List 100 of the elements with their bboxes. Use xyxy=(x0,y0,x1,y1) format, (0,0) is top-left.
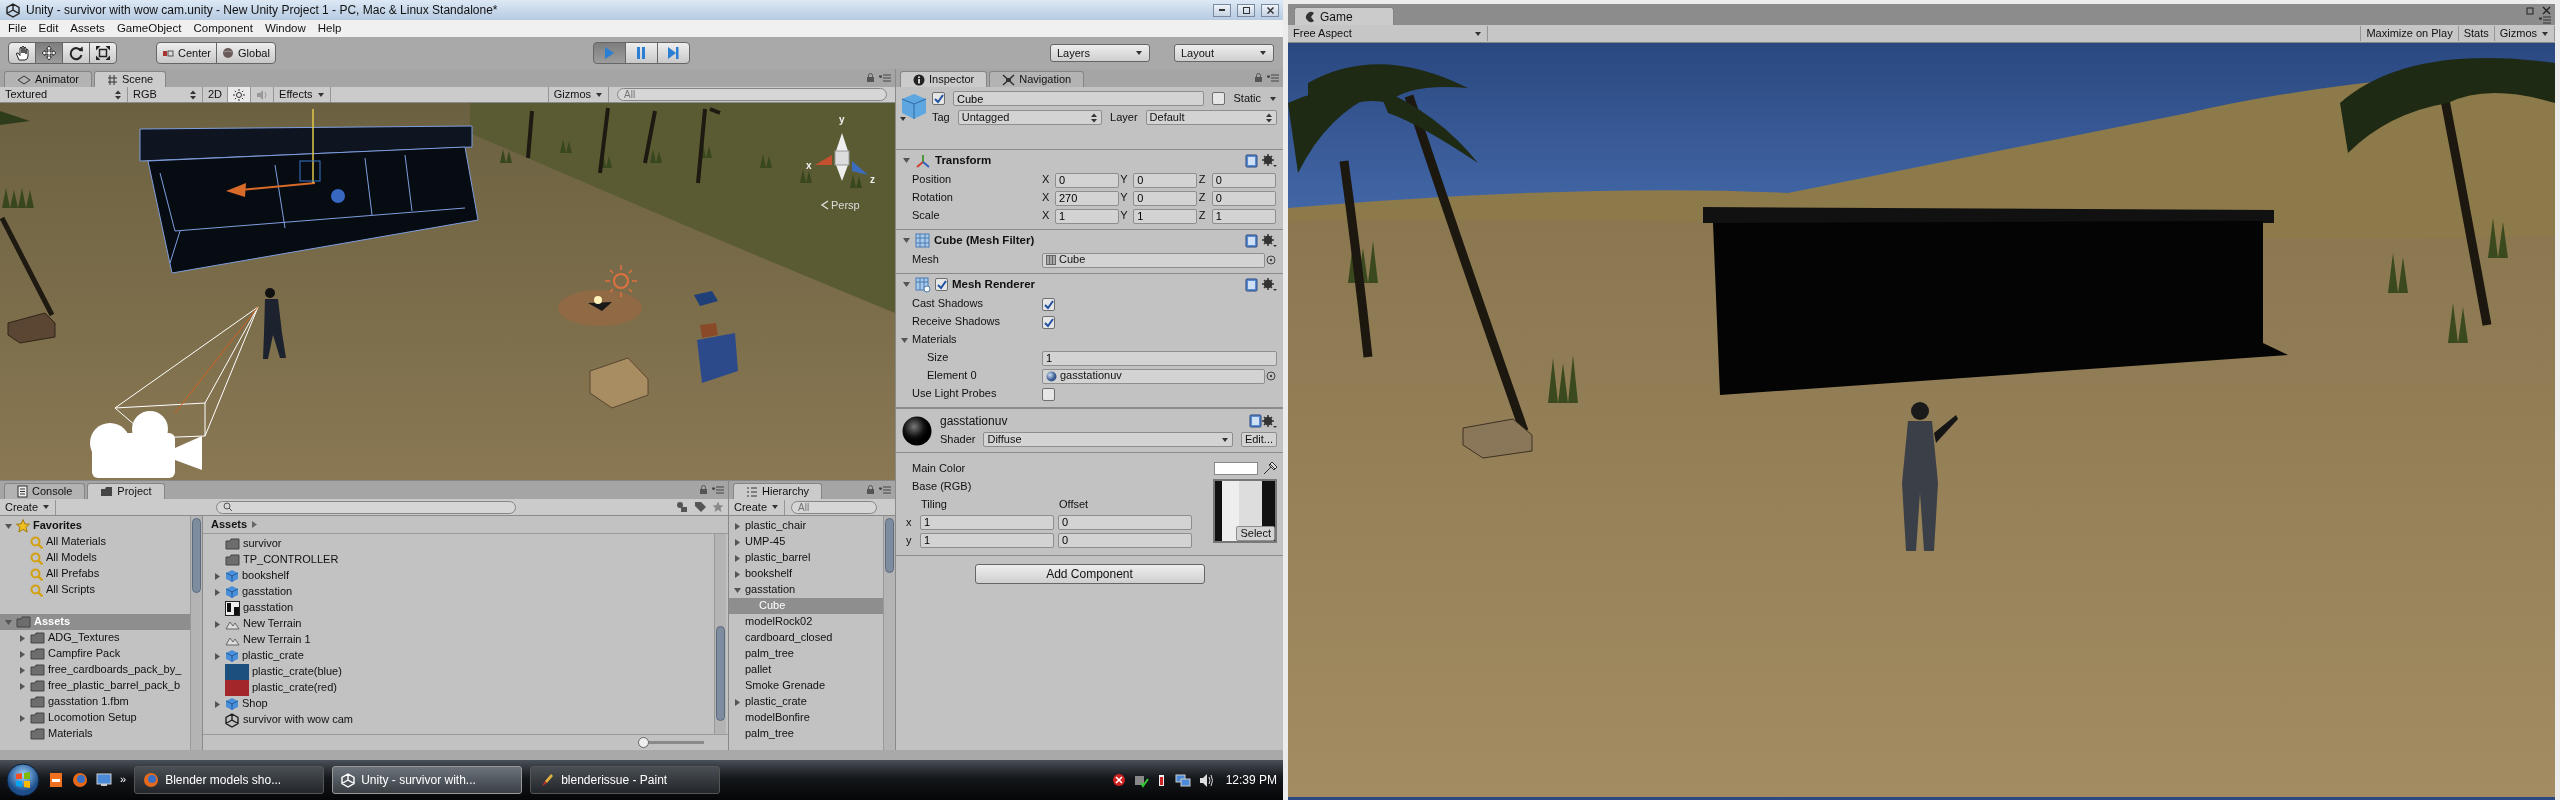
tree-item[interactable]: free_plastic_barrel_pack_b xyxy=(0,678,190,694)
lighting-toggle[interactable] xyxy=(228,87,252,102)
maximize-button[interactable] xyxy=(1237,3,1255,17)
tree-item[interactable]: All Materials xyxy=(0,534,190,550)
search-field[interactable]: All xyxy=(791,500,878,514)
tree-item[interactable]: Locomotion Setup xyxy=(0,710,190,726)
number-field[interactable]: 0 xyxy=(1133,172,1198,188)
asset-item[interactable]: Shop xyxy=(209,696,714,712)
number-field[interactable]: 0 xyxy=(1211,172,1276,188)
tree-item[interactable]: Materials xyxy=(0,726,190,742)
menu-item[interactable]: Component xyxy=(187,21,259,36)
number-field[interactable]: 270 xyxy=(1055,190,1119,206)
checkbox[interactable] xyxy=(1042,315,1055,329)
tree-item[interactable]: All Prefabs xyxy=(0,566,190,582)
hierarchy-item[interactable]: palm_tree xyxy=(729,646,883,662)
hierarchy-item[interactable]: plastic_barrel xyxy=(729,550,883,566)
edit-button[interactable]: Edit... xyxy=(1240,432,1277,448)
tree-item[interactable]: free_cardboards_pack_by_ xyxy=(0,662,190,678)
scrollbar-thumb[interactable] xyxy=(716,626,725,721)
gizmos-dropdown[interactable]: Gizmos xyxy=(2494,26,2555,41)
space-button[interactable]: Global xyxy=(216,42,276,64)
slider-track[interactable] xyxy=(638,737,704,748)
asset-item[interactable]: survivor xyxy=(209,536,714,552)
hierarchy-item[interactable]: plastic_chair xyxy=(729,518,883,534)
number-field[interactable]: 1 xyxy=(1055,208,1119,224)
color-field[interactable] xyxy=(1214,461,1258,475)
menu-item[interactable]: GameObject xyxy=(110,21,188,36)
hierarchy-item[interactable]: bookshelf xyxy=(729,566,883,582)
tree-item[interactable]: All Scripts xyxy=(0,582,190,598)
number-field[interactable]: 0 xyxy=(1133,190,1198,206)
object-field[interactable]: Cube xyxy=(1042,252,1265,268)
asset-item[interactable]: New Terrain xyxy=(209,616,714,632)
menu-item[interactable]: Assets xyxy=(64,21,111,36)
hierarchy-item[interactable]: modelBonfire xyxy=(729,710,883,726)
aspect-dropdown[interactable]: Free Aspect xyxy=(1288,26,1488,41)
hand-tool-button[interactable] xyxy=(8,42,36,64)
layout-dropdown[interactable]: Layout xyxy=(1174,44,1274,62)
number-field[interactable]: 1 xyxy=(1211,208,1276,224)
tab[interactable]: Game xyxy=(1294,7,1394,25)
asset-item[interactable]: New Terrain 1 xyxy=(209,632,714,648)
projection-label[interactable]: Persp xyxy=(831,199,860,211)
number-field[interactable]: 0 xyxy=(1058,532,1192,548)
number-field[interactable]: 1 xyxy=(920,514,1054,530)
tree-item[interactable]: Campfire Pack xyxy=(0,646,190,662)
static-checkbox[interactable] xyxy=(1212,92,1226,105)
asset-item[interactable]: plastic_crate xyxy=(209,648,714,664)
move-tool-button[interactable] xyxy=(35,42,63,64)
tree-item[interactable]: All Models xyxy=(0,550,190,566)
name-field[interactable]: Cube xyxy=(953,91,1205,106)
breadcrumb-label[interactable]: Assets xyxy=(211,517,248,532)
effects-dropdown[interactable]: Effects xyxy=(274,87,331,102)
asset-item[interactable]: plastic_crate(blue) xyxy=(209,664,714,680)
render-mode-dropdown[interactable]: Textured xyxy=(0,87,128,102)
gizmos-dropdown[interactable]: Gizmos xyxy=(547,87,609,102)
active-checkbox[interactable] xyxy=(932,92,945,105)
layers-dropdown[interactable]: Layers xyxy=(1050,44,1150,62)
scrollbar[interactable] xyxy=(190,516,202,750)
taskbar-button[interactable]: Unity - survivor with... xyxy=(332,766,523,794)
tree-item[interactable]: gasstation 1.fbm xyxy=(0,694,190,710)
tag-dropdown[interactable]: Untagged xyxy=(957,110,1103,125)
rotate-tool-button[interactable] xyxy=(62,42,90,64)
asset-item[interactable]: survivor with wow cam xyxy=(209,712,714,728)
tree-item[interactable]: ADG_Textures xyxy=(0,630,190,646)
hierarchy-item[interactable]: UMP-45 xyxy=(729,534,883,550)
hierarchy-item[interactable]: plastic_crate xyxy=(729,694,883,710)
create-dropdown[interactable]: Create xyxy=(729,499,786,515)
maximize-on-play-toggle[interactable]: Maximize on Play xyxy=(2360,26,2459,41)
minimize-button[interactable] xyxy=(1213,3,1231,17)
hierarchy-item[interactable]: Smoke Grenade xyxy=(729,678,883,694)
step-button[interactable] xyxy=(656,42,690,64)
asset-item[interactable]: TP_CONTROLLER xyxy=(209,552,714,568)
select-button[interactable]: Select xyxy=(1236,526,1275,542)
tab[interactable]: Navigation xyxy=(989,71,1085,87)
taskbar-button[interactable]: blenderissue - Paint xyxy=(530,766,721,794)
search-field[interactable] xyxy=(216,500,516,514)
scrollbar-thumb[interactable] xyxy=(192,518,201,593)
number-field[interactable]: 1 xyxy=(920,532,1054,548)
asset-item[interactable]: gasstation xyxy=(209,600,714,616)
tab[interactable]: Project xyxy=(87,483,165,499)
menu-item[interactable]: File xyxy=(2,21,33,36)
add-component-button[interactable]: Add Component xyxy=(974,564,1205,585)
hierarchy-item[interactable]: gasstation xyxy=(729,582,883,598)
scrollbar-thumb[interactable] xyxy=(885,518,894,573)
hierarchy-item[interactable]: modelRock02 xyxy=(729,614,883,630)
search-field[interactable]: All xyxy=(617,88,887,101)
channel-dropdown[interactable]: RGB xyxy=(128,87,203,102)
hierarchy-item[interactable]: cardboard_closed xyxy=(729,630,883,646)
tab[interactable]: Scene xyxy=(94,71,167,87)
texture-thumbnail[interactable]: Select xyxy=(1213,479,1277,544)
shader-dropdown[interactable]: Diffuse xyxy=(983,432,1233,448)
taskbar-button[interactable]: Blender models sho... xyxy=(134,766,325,794)
menu-item[interactable]: Window xyxy=(258,21,312,36)
pivot-button[interactable]: Center xyxy=(156,42,218,64)
overflow-chevron[interactable]: » xyxy=(120,773,127,787)
asset-item[interactable]: gasstation xyxy=(209,584,714,600)
tab[interactable]: Hierarchy xyxy=(733,483,823,499)
number-field[interactable]: 0 xyxy=(1211,190,1276,206)
asset-item[interactable]: plastic_crate(red) xyxy=(209,680,714,696)
hierarchy-item[interactable]: palm_tree xyxy=(729,726,883,742)
hierarchy-item[interactable]: pallet xyxy=(729,662,883,678)
